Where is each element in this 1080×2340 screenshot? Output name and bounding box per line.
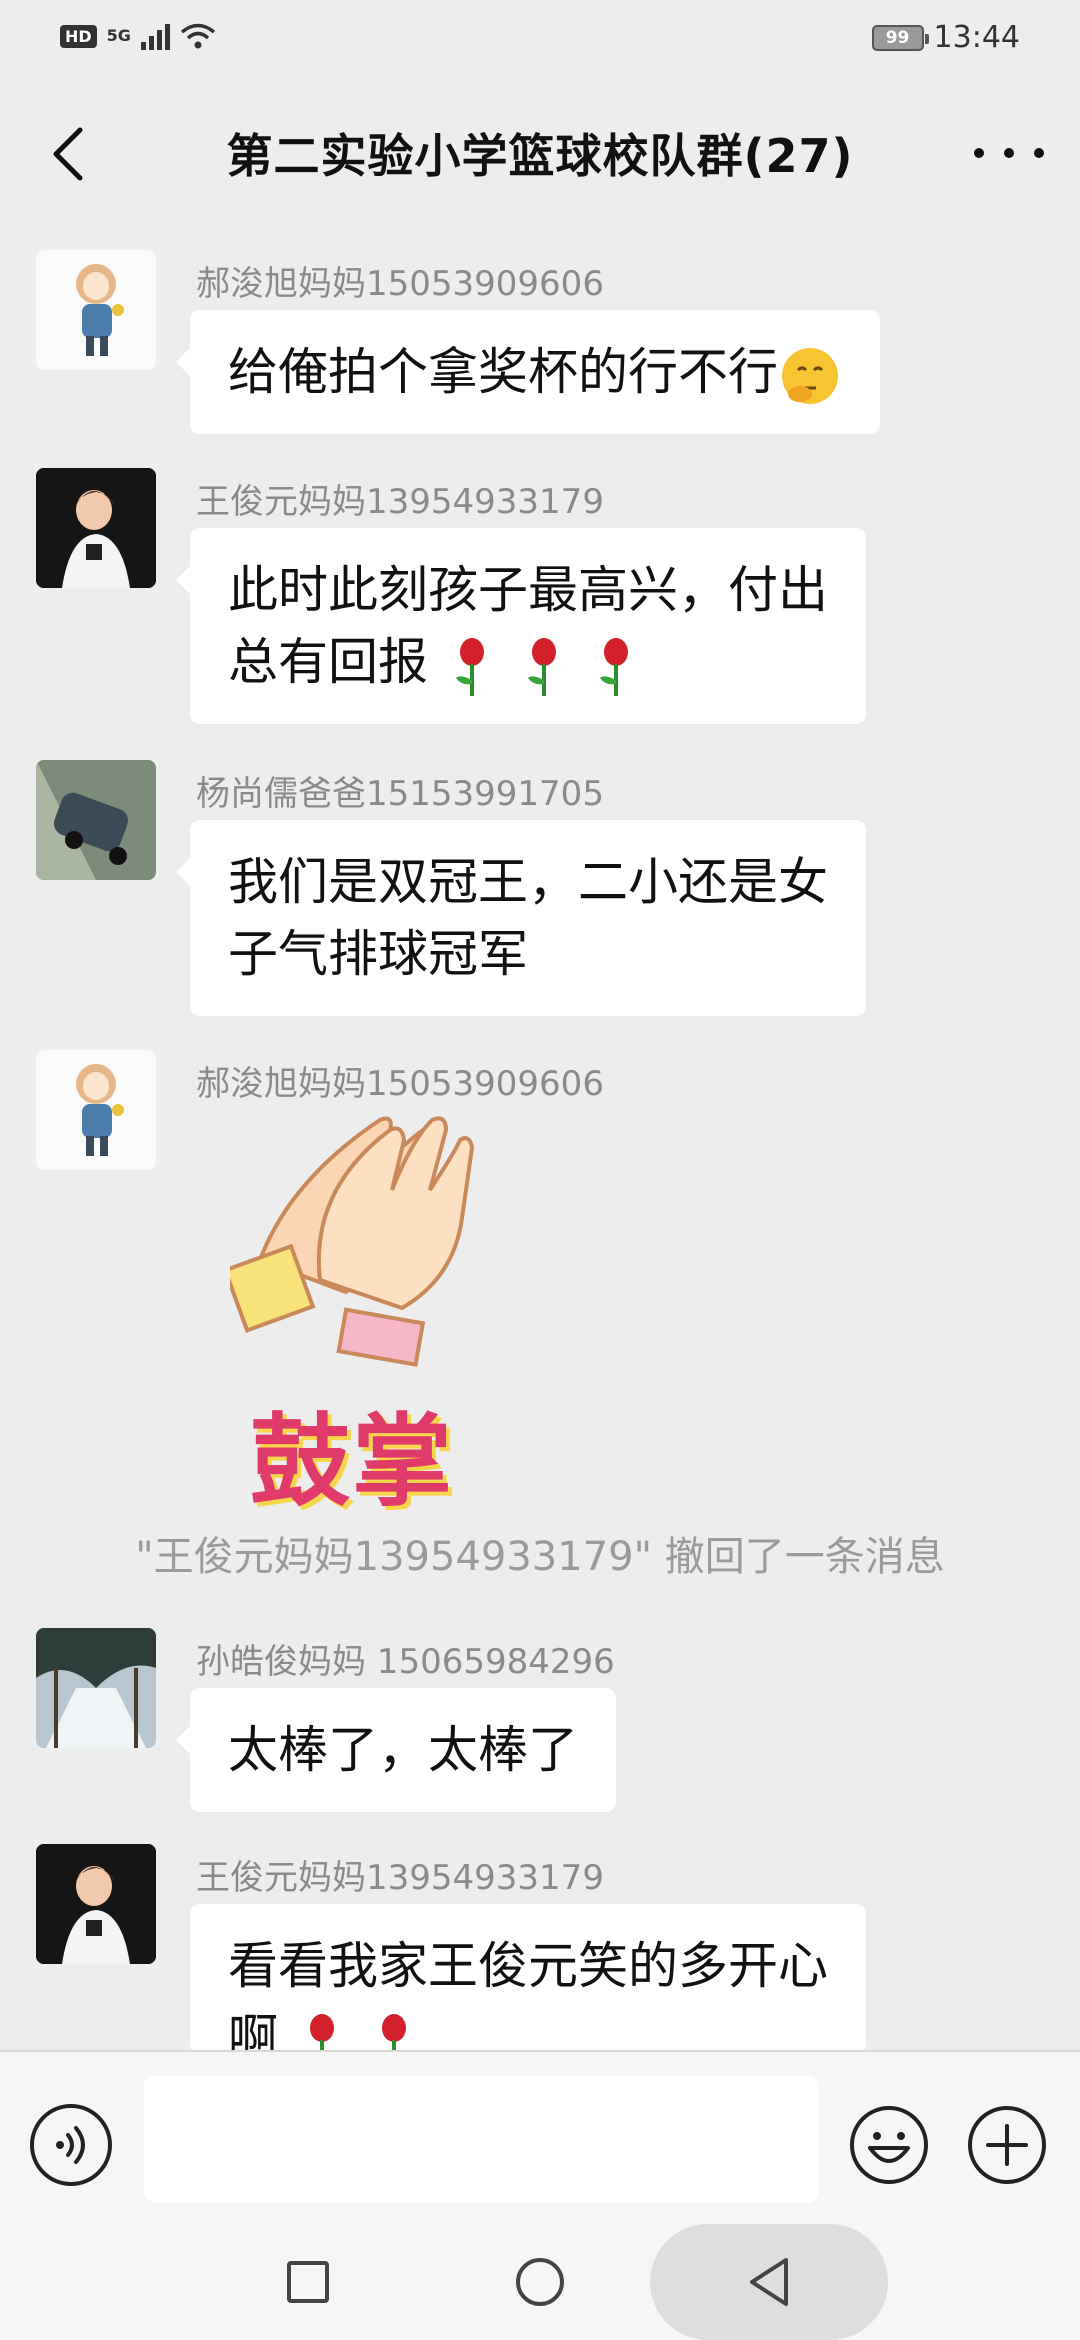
plus-icon[interactable] <box>966 2104 1048 2186</box>
input-bar <box>0 2050 1080 2220</box>
circle-icon[interactable] <box>500 2242 580 2322</box>
avatar[interactable] <box>36 250 156 370</box>
message-text-line2: 总有回报 <box>228 626 828 698</box>
sender-name: 孙皓俊妈妈 15065984296 <box>196 1642 615 1682</box>
avatar[interactable] <box>36 1050 156 1170</box>
message-bubble[interactable]: 看看我家王俊元笑的多开心 啊 <box>190 1904 866 2054</box>
sender-name: 杨尚儒爸爸15153991705 <box>196 774 604 814</box>
recall-notice: "王俊元妈妈13954933179" 撤回了一条消息 <box>135 1534 945 1580</box>
battery-icon: 99 <box>871 24 929 51</box>
triangle-back-icon[interactable] <box>730 2242 810 2322</box>
avatar[interactable] <box>36 1628 156 1748</box>
message-text-line1: 看看我家王俊元笑的多开心 <box>228 1937 828 1995</box>
avatar[interactable] <box>36 1844 156 1964</box>
system-nav-bar <box>0 2220 1080 2340</box>
network-label: 5G <box>106 26 131 45</box>
clapping-hands-icon <box>222 1116 475 1367</box>
rose-icon <box>309 2013 334 2054</box>
status-left: HD 5G <box>60 22 216 50</box>
status-right: 99 13:44 <box>871 20 1020 55</box>
message-text: 太棒了，太棒了 <box>228 1721 578 1779</box>
status-bar: HD 5G 99 13:44 <box>0 0 1080 80</box>
message-input[interactable] <box>144 2076 818 2202</box>
battery-level: 99 <box>885 27 910 48</box>
sticker-caption: 鼓掌 <box>250 1403 454 1520</box>
nav-bar: 第二实验小学篮球校队群(27) <box>0 80 1080 230</box>
more-icon[interactable] <box>974 128 1044 178</box>
message-text: 给俺拍个拿奖杯的行不行 <box>228 343 778 401</box>
sender-name: 郝浚旭妈妈15053909606 <box>196 264 604 304</box>
sender-name: 王俊元妈妈13954933179 <box>196 482 604 522</box>
avatar[interactable] <box>36 468 156 588</box>
message-text: 啊 <box>228 2009 278 2054</box>
rose-icon <box>455 637 484 696</box>
message-bubble[interactable]: 此时此刻孩子最高兴，付出 总有回报 <box>176 528 866 724</box>
signal-icon <box>140 22 170 50</box>
hd-badge: HD <box>60 24 97 48</box>
emoji-icon[interactable] <box>848 2104 930 2186</box>
message-bubble[interactable]: 给俺拍个拿奖杯的行不行 <box>176 310 880 434</box>
message-bubble[interactable]: 太棒了，太棒了 <box>176 1688 616 1812</box>
page-title: 第二实验小学篮球校队群(27) <box>226 129 854 183</box>
clock: 13:44 <box>933 20 1020 55</box>
message-text-line2: 子气排球冠军 <box>228 925 528 983</box>
wifi-icon <box>180 23 216 49</box>
message-text-line2: 啊 <box>228 2002 828 2054</box>
message-text-line1: 我们是双冠王，二小还是女 <box>228 853 828 911</box>
message-bubble[interactable]: 我们是双冠王，二小还是女 子气排球冠军 <box>176 820 866 1016</box>
square-icon[interactable] <box>268 2242 348 2322</box>
message-text-line1: 此时此刻孩子最高兴，付出 <box>228 561 828 619</box>
rose-icon <box>527 637 556 696</box>
voice-icon[interactable] <box>30 2104 112 2186</box>
rose-icon <box>381 2013 406 2054</box>
sender-name: 郝浚旭妈妈15053909606 <box>196 1064 604 1104</box>
thinking-emoji-icon <box>782 347 838 404</box>
chat-screen: HD 5G 99 13:44 第二实验小学篮球校队群(27) 郝浚旭妈妈1505… <box>0 0 1080 2340</box>
sender-name: 王俊元妈妈13954933179 <box>196 1858 604 1898</box>
clapping-sticker[interactable]: 鼓掌 <box>222 1110 510 1520</box>
avatar[interactable] <box>36 760 156 880</box>
rose-icon <box>599 637 628 696</box>
message-text: 总有回报 <box>228 633 428 691</box>
back-arrow-icon[interactable] <box>40 118 100 190</box>
